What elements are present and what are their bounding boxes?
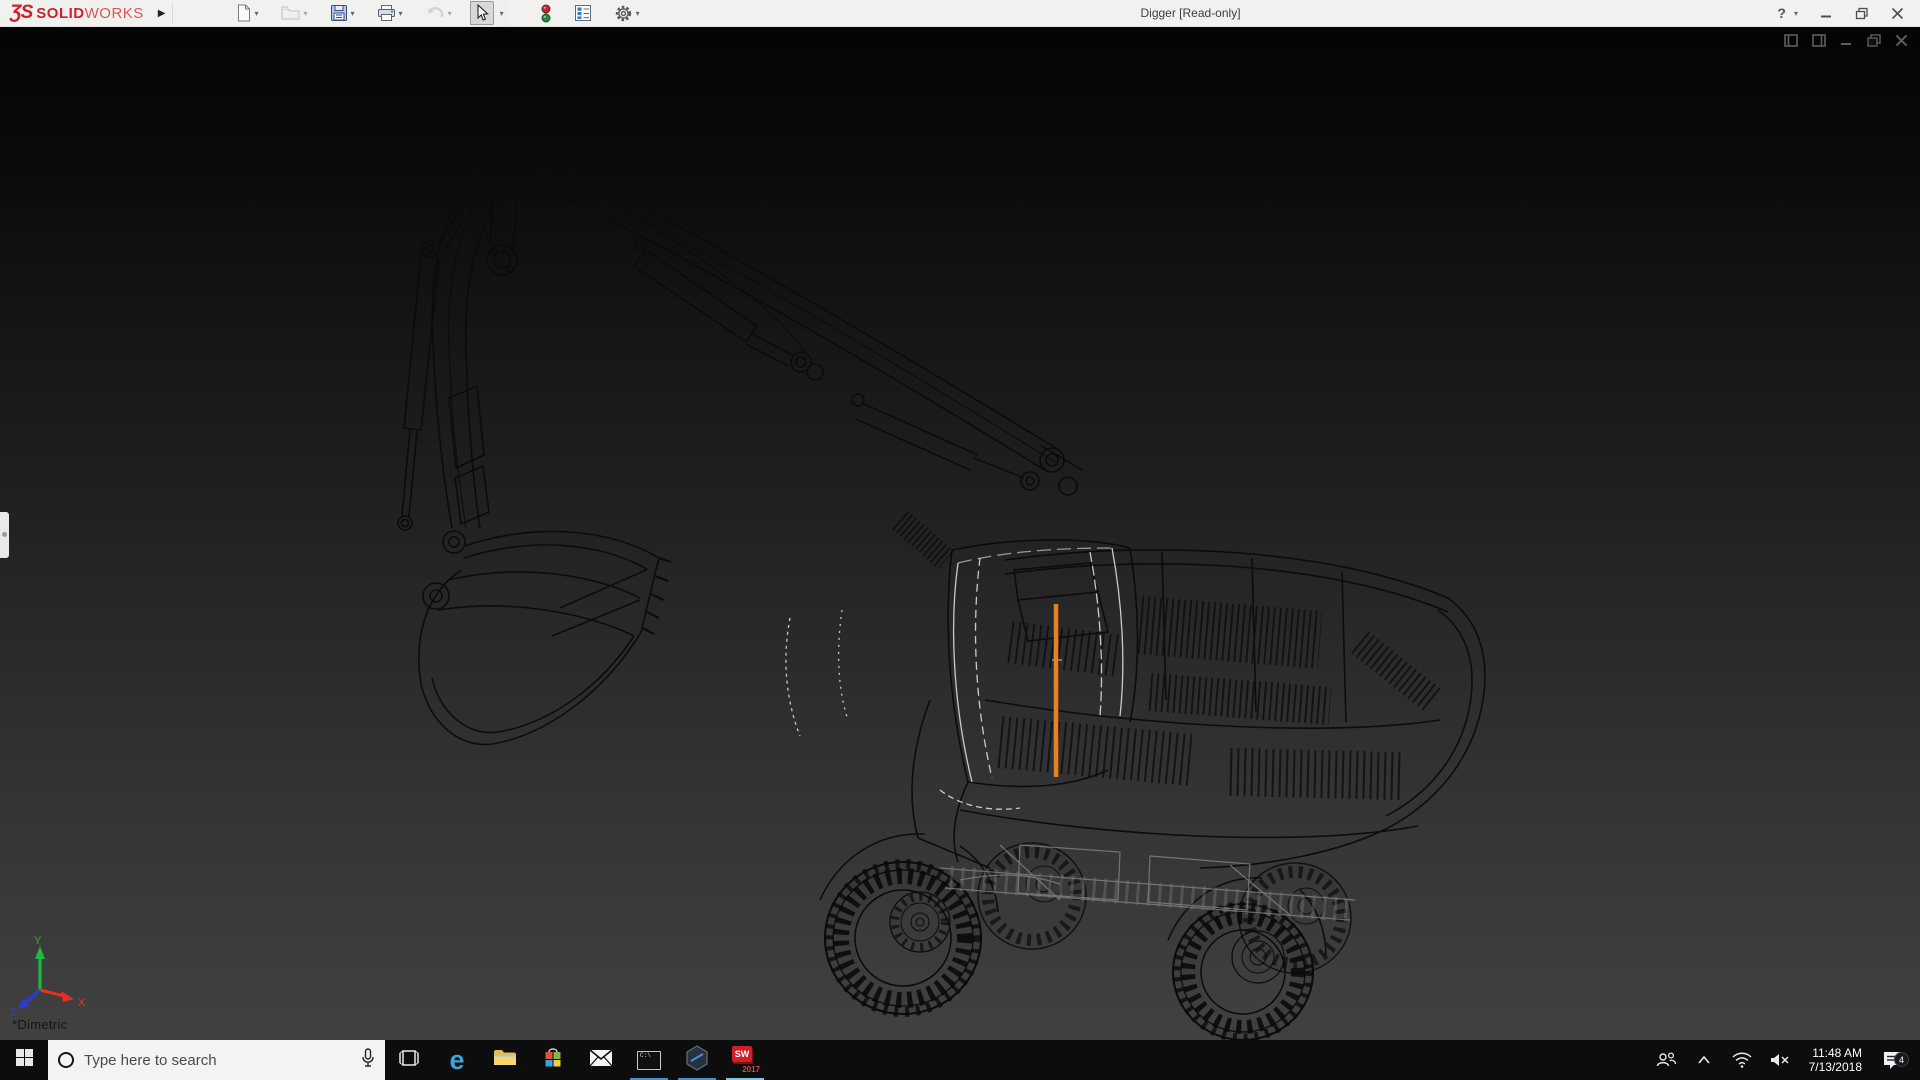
options-button[interactable]: ▾ — [610, 1, 644, 25]
gear-icon — [614, 4, 633, 23]
pane-right-icon[interactable] — [1812, 34, 1826, 47]
chevron-down-icon[interactable]: ▾ — [448, 9, 452, 18]
solidworks-cube: SW — [732, 1046, 752, 1062]
folder-icon — [493, 1048, 517, 1073]
chevron-up-icon[interactable] — [1689, 1055, 1719, 1065]
view-orientation-label: *Dimetric — [12, 1017, 67, 1032]
featuremanager-collapsed-tab[interactable] — [0, 512, 9, 558]
microphone-icon[interactable] — [361, 1048, 375, 1073]
action-center-button[interactable]: 4 — [1876, 1050, 1910, 1070]
command-prompt-button[interactable]: C:\ — [625, 1040, 673, 1080]
digger-white-highlight-edges — [786, 548, 1123, 809]
new-document-icon — [235, 4, 252, 22]
chevron-down-icon: ▾ — [500, 9, 504, 18]
properties-list-icon — [574, 4, 592, 22]
save-floppy-icon — [330, 4, 348, 22]
chevron-down-icon[interactable]: ▾ — [351, 9, 355, 18]
volume-muted-icon[interactable] — [1765, 1052, 1795, 1068]
select-tool-dropdown[interactable]: ▾ — [493, 1, 508, 25]
wireframe-digger-model[interactable]: Y X Z — [0, 27, 1920, 1040]
titlebar: ƷS SOLID WORKS ▶ ▾ ▾ ▾ — [0, 0, 1920, 27]
pane-left-icon[interactable] — [1784, 34, 1798, 47]
undo-arrow-icon — [425, 4, 445, 22]
select-tool-button[interactable] — [470, 1, 494, 25]
task-properties-button[interactable] — [570, 1, 596, 25]
quick-toolbar: ▾ ▾ ▾ ▾ — [231, 0, 644, 27]
print-icon — [377, 4, 396, 22]
tray-date: 7/13/2018 — [1809, 1060, 1862, 1074]
digger-chassis-gray-edges — [940, 845, 1355, 920]
search-input[interactable] — [84, 1052, 351, 1069]
wifi-icon[interactable] — [1727, 1052, 1757, 1068]
print-button[interactable]: ▾ — [373, 1, 407, 25]
chevron-down-icon[interactable]: ▾ — [1794, 9, 1798, 18]
solidworks-logo-works: WORKS — [85, 5, 144, 22]
orientation-triad[interactable]: Y X Z — [10, 935, 86, 1019]
cortana-icon — [58, 1052, 74, 1068]
help-button[interactable]: ? — [1777, 5, 1786, 21]
document-close-button[interactable] — [1895, 34, 1908, 47]
notification-badge: 4 — [1894, 1052, 1909, 1067]
solidworks-year: 2017 — [742, 1065, 760, 1074]
document-restore-button[interactable] — [1867, 34, 1881, 47]
close-button[interactable] — [1891, 7, 1904, 20]
task-view-icon — [398, 1048, 420, 1073]
clock[interactable]: 11:48 AM 7/13/2018 — [1803, 1046, 1868, 1074]
open-folder-icon — [281, 4, 301, 22]
window-title: Digger [Read-only] — [644, 6, 1778, 20]
graphics-viewport[interactable]: Y X Z *Dimetric — [0, 27, 1920, 1040]
open-button[interactable]: ▾ — [277, 1, 312, 25]
solidworks-2017-icon: SW 2017 — [730, 1046, 760, 1074]
save-button[interactable]: ▾ — [326, 1, 359, 25]
triad-y-label: Y — [34, 935, 42, 947]
rebuild-stoplight-button[interactable] — [536, 1, 556, 25]
stoplight-icon — [540, 4, 552, 23]
select-cursor-icon — [474, 4, 490, 22]
mail-button[interactable] — [577, 1040, 625, 1080]
hexagon-app-icon — [685, 1045, 709, 1076]
chevron-down-icon[interactable]: ▾ — [399, 9, 403, 18]
solidworks-logo: ƷS SOLID WORKS — [0, 2, 144, 24]
edge-icon: e — [449, 1047, 464, 1074]
tray-time: 11:48 AM — [1809, 1046, 1862, 1060]
triad-x-label: X — [78, 997, 86, 1009]
store-icon — [542, 1047, 564, 1074]
digger-wheels — [825, 843, 1351, 1040]
command-prompt-icon: C:\ — [637, 1051, 661, 1070]
document-window-controls — [1784, 34, 1908, 47]
menu-flyout-arrow[interactable]: ▶ — [152, 3, 173, 23]
people-icon[interactable] — [1651, 1051, 1681, 1069]
new-document-button[interactable]: ▾ — [231, 1, 263, 25]
taskbar-search[interactable] — [48, 1040, 385, 1080]
window-controls: ? ▾ — [1777, 5, 1920, 21]
digger-black-edges — [398, 140, 1485, 956]
minimize-button[interactable] — [1820, 7, 1833, 20]
chevron-down-icon[interactable]: ▾ — [304, 9, 308, 18]
solidworks-taskbar-button[interactable]: SW 2017 — [721, 1040, 769, 1080]
solidworks-logo-mark: ƷS — [10, 2, 32, 24]
chevron-down-icon[interactable]: ▾ — [255, 9, 259, 18]
windows-logo-icon — [16, 1049, 33, 1071]
restore-button[interactable] — [1855, 7, 1869, 20]
undo-button[interactable]: ▾ — [421, 1, 456, 25]
start-button[interactable] — [0, 1040, 48, 1080]
taskbar: e C:\ SW — [0, 1040, 1920, 1080]
mail-envelope-icon — [589, 1049, 613, 1072]
desktop: ƷS SOLID WORKS ▶ ▾ ▾ ▾ — [0, 0, 1920, 1080]
store-button[interactable] — [529, 1040, 577, 1080]
hexagon-app-button[interactable] — [673, 1040, 721, 1080]
solidworks-logo-solid: SOLID — [36, 5, 84, 22]
task-view-button[interactable] — [385, 1040, 433, 1080]
file-explorer-button[interactable] — [481, 1040, 529, 1080]
document-minimize-button[interactable] — [1840, 34, 1853, 47]
system-tray: 11:48 AM 7/13/2018 4 — [1651, 1040, 1920, 1080]
chevron-down-icon[interactable]: ▾ — [636, 9, 640, 18]
edge-button[interactable]: e — [433, 1040, 481, 1080]
